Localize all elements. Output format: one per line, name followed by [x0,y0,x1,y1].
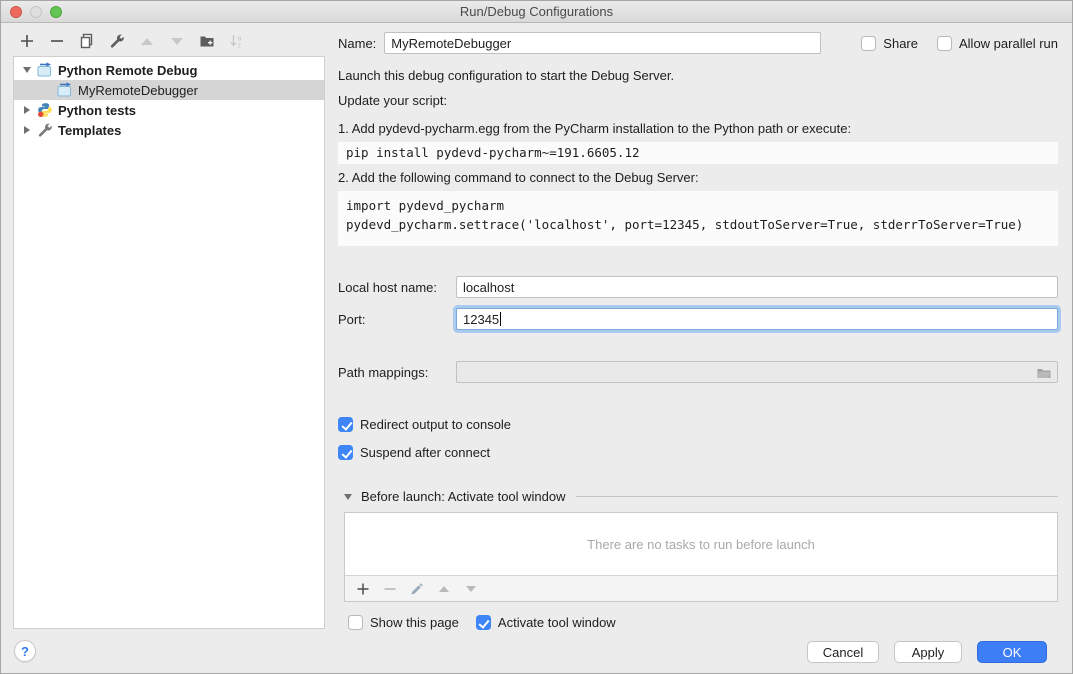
configurations-toolbar: az [19,33,245,49]
checkbox-unchecked-icon [861,36,876,51]
show-this-page-label: Show this page [370,615,459,630]
new-folder-icon[interactable] [199,33,215,49]
move-task-down-icon [463,581,479,597]
settrace-code-block: import pydevd_pycharm pydevd_pycharm.set… [338,191,1058,246]
path-mappings-input[interactable] [456,361,1058,383]
bottom-options-row: Show this page Activate tool window [348,615,1058,630]
remote-debug-icon [37,62,53,78]
empty-tasks-message: There are no tasks to run before launch [345,513,1057,575]
name-input[interactable] [384,32,821,54]
edit-task-pencil-icon [409,581,425,597]
allow-parallel-run-label: Allow parallel run [959,36,1058,51]
move-task-up-icon [436,581,452,597]
code-line-1: import pydevd_pycharm [346,198,504,213]
redirect-output-checkbox[interactable]: Redirect output to console [338,417,1058,432]
pip-install-code: pip install pydevd-pycharm~=191.6605.12 [338,142,1058,164]
local-host-name-label: Local host name: [338,280,456,295]
before-launch-title: Before launch: Activate tool window [361,489,566,504]
minimize-window-button [30,6,42,18]
tasks-toolbar [345,575,1057,601]
wrench-icon [37,122,53,138]
activate-tool-window-checkbox[interactable]: Activate tool window [476,615,616,630]
configurations-tree: Python Remote Debug MyRemoteDebugger Pyt… [13,56,325,629]
checkbox-checked-icon [338,445,353,460]
checkbox-checked-icon [338,417,353,432]
port-value: 12345 [463,312,499,327]
tree-item-label: Python Remote Debug [58,63,197,78]
expand-arrow-icon[interactable] [22,67,32,73]
tree-item-label: Templates [58,123,121,138]
description-line-2: Update your script: [338,93,1058,108]
allow-parallel-run-checkbox[interactable]: Allow parallel run [937,36,1058,51]
svg-text:z: z [238,43,242,50]
edit-defaults-wrench-icon[interactable] [109,33,125,49]
titlebar: Run/Debug Configurations [1,1,1072,23]
close-window-button[interactable] [10,6,22,18]
suspend-after-connect-checkbox[interactable]: Suspend after connect [338,445,1058,460]
move-down-icon [169,33,185,49]
path-mappings-row: Path mappings: [338,361,1058,383]
port-label: Port: [338,312,456,327]
checkbox-unchecked-icon [937,36,952,51]
activate-tool-window-label: Activate tool window [498,615,616,630]
add-task-icon[interactable] [355,581,371,597]
code-line-2: pydevd_pycharm.settrace('localhost', por… [346,217,1023,232]
redirect-output-label: Redirect output to console [360,417,511,432]
apply-button[interactable]: Apply [894,641,962,663]
cancel-button[interactable]: Cancel [807,641,879,663]
suspend-after-connect-label: Suspend after connect [360,445,490,460]
before-launch-section-header[interactable]: Before launch: Activate tool window [344,489,1058,504]
step-1-instruction: 1. Add pydevd-pycharm.egg from the PyCha… [338,121,1058,136]
path-mappings-label: Path mappings: [338,365,456,380]
zoom-window-button[interactable] [50,6,62,18]
svg-text:a: a [238,36,242,43]
tree-item-label: MyRemoteDebugger [78,83,198,98]
move-up-icon [139,33,155,49]
remove-icon[interactable] [49,33,65,49]
add-icon[interactable] [19,33,35,49]
dialog-buttons: Cancel Apply OK [807,641,1047,663]
ok-button[interactable]: OK [977,641,1047,663]
port-input[interactable]: 12345 [456,308,1058,330]
remote-debug-icon [57,82,73,98]
collapse-section-arrow-icon[interactable] [344,494,352,500]
description-line-1: Launch this debug configuration to start… [338,68,1058,83]
tree-item-label: Python tests [58,103,136,118]
local-host-name-input[interactable] [456,276,1058,298]
before-launch-tasks-panel: There are no tasks to run before launch [344,512,1058,602]
collapse-arrow-icon[interactable] [22,126,32,134]
name-row: Name: Share Allow parallel run [338,31,1058,55]
checkbox-unchecked-icon [348,615,363,630]
step-2-instruction: 2. Add the following command to connect … [338,170,1058,185]
text-caret [500,312,501,326]
browse-folder-icon[interactable] [1036,365,1052,381]
help-button[interactable]: ? [14,640,36,662]
collapse-arrow-icon[interactable] [22,106,32,114]
window-title: Run/Debug Configurations [1,4,1072,19]
show-this-page-checkbox[interactable]: Show this page [348,615,459,630]
checkbox-checked-icon [476,615,491,630]
tree-item-myremotedebugger[interactable]: MyRemoteDebugger [14,80,324,100]
configuration-editor: Name: Share Allow parallel run Launch th… [338,31,1058,630]
port-row: Port: 12345 [338,308,1058,330]
tree-item-templates[interactable]: Templates [14,120,324,140]
python-icon [37,102,53,118]
section-divider [576,496,1058,497]
window-controls [10,6,62,18]
run-debug-configurations-dialog: Run/Debug Configurations az [0,0,1073,674]
share-checkbox[interactable]: Share [861,36,918,51]
remove-task-icon [382,581,398,597]
local-host-name-row: Local host name: [338,276,1058,298]
name-label: Name: [338,36,376,51]
copy-icon[interactable] [79,33,95,49]
tree-item-python-remote-debug[interactable]: Python Remote Debug [14,60,324,80]
share-label: Share [883,36,918,51]
sort-alphabetically-icon: az [229,33,245,49]
tree-item-python-tests[interactable]: Python tests [14,100,324,120]
